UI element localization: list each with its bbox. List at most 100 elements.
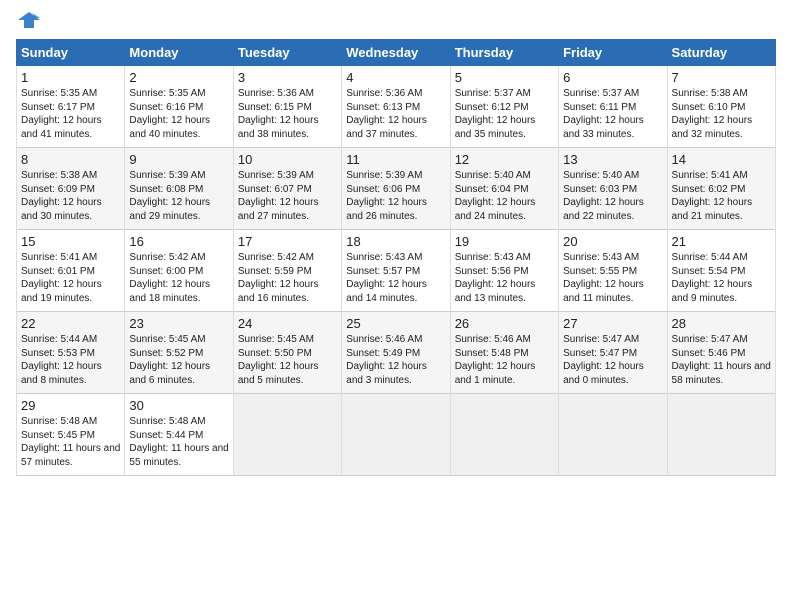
day-number: 15: [21, 234, 120, 249]
col-sunday: Sunday: [17, 40, 125, 66]
cell-info: Sunrise: 5:42 AMSunset: 6:00 PMDaylight:…: [129, 252, 210, 304]
table-row: [667, 394, 775, 476]
day-number: 22: [21, 316, 120, 331]
table-row: 10 Sunrise: 5:39 AMSunset: 6:07 PMDayligh…: [233, 148, 341, 230]
col-thursday: Thursday: [450, 40, 558, 66]
table-row: [233, 394, 341, 476]
logo-bird-icon: [18, 10, 40, 32]
table-row: 13 Sunrise: 5:40 AMSunset: 6:03 PMDayligh…: [559, 148, 667, 230]
day-number: 18: [346, 234, 445, 249]
day-number: 29: [21, 398, 120, 413]
cell-info: Sunrise: 5:39 AMSunset: 6:08 PMDaylight:…: [129, 170, 210, 222]
table-row: 27 Sunrise: 5:47 AMSunset: 5:47 PMDayligh…: [559, 312, 667, 394]
day-number: 27: [563, 316, 662, 331]
cell-info: Sunrise: 5:48 AMSunset: 5:44 PMDaylight:…: [129, 416, 228, 468]
table-row: 5 Sunrise: 5:37 AMSunset: 6:12 PMDaylight…: [450, 66, 558, 148]
cell-info: Sunrise: 5:46 AMSunset: 5:48 PMDaylight:…: [455, 334, 536, 386]
table-row: 21 Sunrise: 5:44 AMSunset: 5:54 PMDayligh…: [667, 230, 775, 312]
cell-info: Sunrise: 5:41 AMSunset: 6:02 PMDaylight:…: [672, 170, 753, 222]
day-number: 8: [21, 152, 120, 167]
table-row: 11 Sunrise: 5:39 AMSunset: 6:06 PMDayligh…: [342, 148, 450, 230]
table-row: 3 Sunrise: 5:36 AMSunset: 6:15 PMDaylight…: [233, 66, 341, 148]
day-number: 17: [238, 234, 337, 249]
cell-info: Sunrise: 5:45 AMSunset: 5:50 PMDaylight:…: [238, 334, 319, 386]
page: Sunday Monday Tuesday Wednesday Thursday…: [0, 0, 792, 612]
day-number: 24: [238, 316, 337, 331]
logo: [16, 10, 40, 33]
table-row: 26Sunrise: 5:46 AMSunset: 5:48 PMDayligh…: [450, 312, 558, 394]
cell-info: Sunrise: 5:47 AMSunset: 5:47 PMDaylight:…: [563, 334, 644, 386]
col-tuesday: Tuesday: [233, 40, 341, 66]
cell-info: Sunrise: 5:44 AMSunset: 5:54 PMDaylight:…: [672, 252, 753, 304]
cell-info: Sunrise: 5:41 AMSunset: 6:01 PMDaylight:…: [21, 252, 102, 304]
table-row: [559, 394, 667, 476]
table-row: 23 Sunrise: 5:45 AMSunset: 5:52 PMDayligh…: [125, 312, 233, 394]
cell-info: Sunrise: 5:40 AMSunset: 6:03 PMDaylight:…: [563, 170, 644, 222]
table-row: 30 Sunrise: 5:48 AMSunset: 5:44 PMDayligh…: [125, 394, 233, 476]
day-number: 9: [129, 152, 228, 167]
day-number: 7: [672, 70, 771, 85]
cell-info: Sunrise: 5:40 AMSunset: 6:04 PMDaylight:…: [455, 170, 536, 222]
cell-info: Sunrise: 5:43 AMSunset: 5:57 PMDaylight:…: [346, 252, 427, 304]
calendar-table: Sunday Monday Tuesday Wednesday Thursday…: [16, 39, 776, 476]
cell-info: Sunrise: 5:46 AMSunset: 5:49 PMDaylight:…: [346, 334, 427, 386]
table-row: [450, 394, 558, 476]
cell-info: Sunrise: 5:39 AMSunset: 6:07 PMDaylight:…: [238, 170, 319, 222]
col-friday: Friday: [559, 40, 667, 66]
day-number: 30: [129, 398, 228, 413]
table-row: 2Sunrise: 5:35 AMSunset: 6:16 PMDaylight…: [125, 66, 233, 148]
day-number: 3: [238, 70, 337, 85]
day-number: 5: [455, 70, 554, 85]
table-row: 6 Sunrise: 5:37 AMSunset: 6:11 PMDaylight…: [559, 66, 667, 148]
table-row: 22Sunrise: 5:44 AMSunset: 5:53 PMDayligh…: [17, 312, 125, 394]
header: [16, 10, 776, 33]
col-wednesday: Wednesday: [342, 40, 450, 66]
day-number: 4: [346, 70, 445, 85]
table-row: 12 Sunrise: 5:40 AMSunset: 6:04 PMDayligh…: [450, 148, 558, 230]
day-number: 12: [455, 152, 554, 167]
table-row: 17 Sunrise: 5:42 AMSunset: 5:59 PMDayligh…: [233, 230, 341, 312]
col-monday: Monday: [125, 40, 233, 66]
table-row: 4 Sunrise: 5:36 AMSunset: 6:13 PMDaylight…: [342, 66, 450, 148]
cell-info: Sunrise: 5:35 AMSunset: 6:17 PMDaylight:…: [21, 88, 102, 140]
day-number: 6: [563, 70, 662, 85]
cell-info: Sunrise: 5:38 AMSunset: 6:09 PMDaylight:…: [21, 170, 102, 222]
cell-info: Sunrise: 5:45 AMSunset: 5:52 PMDaylight:…: [129, 334, 210, 386]
day-number: 28: [672, 316, 771, 331]
cell-info: Sunrise: 5:36 AMSunset: 6:13 PMDaylight:…: [346, 88, 427, 140]
day-number: 19: [455, 234, 554, 249]
table-row: 25Sunrise: 5:46 AMSunset: 5:49 PMDayligh…: [342, 312, 450, 394]
cell-info: Sunrise: 5:39 AMSunset: 6:06 PMDaylight:…: [346, 170, 427, 222]
table-row: 15 Sunrise: 5:41 AMSunset: 6:01 PMDayligh…: [17, 230, 125, 312]
cell-info: Sunrise: 5:43 AMSunset: 5:56 PMDaylight:…: [455, 252, 536, 304]
day-number: 21: [672, 234, 771, 249]
table-row: 28 Sunrise: 5:47 AMSunset: 5:46 PMDayligh…: [667, 312, 775, 394]
table-row: 7Sunrise: 5:38 AMSunset: 6:10 PMDaylight…: [667, 66, 775, 148]
table-row: 20 Sunrise: 5:43 AMSunset: 5:55 PMDayligh…: [559, 230, 667, 312]
day-number: 11: [346, 152, 445, 167]
day-number: 14: [672, 152, 771, 167]
cell-info: Sunrise: 5:36 AMSunset: 6:15 PMDaylight:…: [238, 88, 319, 140]
table-row: 18 Sunrise: 5:43 AMSunset: 5:57 PMDayligh…: [342, 230, 450, 312]
cell-info: Sunrise: 5:48 AMSunset: 5:45 PMDaylight:…: [21, 416, 120, 468]
cell-info: Sunrise: 5:35 AMSunset: 6:16 PMDaylight:…: [129, 88, 210, 140]
day-number: 10: [238, 152, 337, 167]
calendar-header: Sunday Monday Tuesday Wednesday Thursday…: [17, 40, 776, 66]
day-number: 1: [21, 70, 120, 85]
cell-info: Sunrise: 5:43 AMSunset: 5:55 PMDaylight:…: [563, 252, 644, 304]
table-row: 29 Sunrise: 5:48 AMSunset: 5:45 PMDayligh…: [17, 394, 125, 476]
cell-info: Sunrise: 5:37 AMSunset: 6:12 PMDaylight:…: [455, 88, 536, 140]
table-row: 14 Sunrise: 5:41 AMSunset: 6:02 PMDayligh…: [667, 148, 775, 230]
day-number: 16: [129, 234, 228, 249]
day-number: 13: [563, 152, 662, 167]
table-row: 19 Sunrise: 5:43 AMSunset: 5:56 PMDayligh…: [450, 230, 558, 312]
day-number: 23: [129, 316, 228, 331]
table-row: 16 Sunrise: 5:42 AMSunset: 6:00 PMDayligh…: [125, 230, 233, 312]
cell-info: Sunrise: 5:47 AMSunset: 5:46 PMDaylight:…: [672, 334, 771, 386]
cell-info: Sunrise: 5:42 AMSunset: 5:59 PMDaylight:…: [238, 252, 319, 304]
table-row: 9 Sunrise: 5:39 AMSunset: 6:08 PMDaylight…: [125, 148, 233, 230]
day-number: 20: [563, 234, 662, 249]
table-row: 24 Sunrise: 5:45 AMSunset: 5:50 PMDayligh…: [233, 312, 341, 394]
cell-info: Sunrise: 5:37 AMSunset: 6:11 PMDaylight:…: [563, 88, 644, 140]
table-row: 8 Sunrise: 5:38 AMSunset: 6:09 PMDaylight…: [17, 148, 125, 230]
